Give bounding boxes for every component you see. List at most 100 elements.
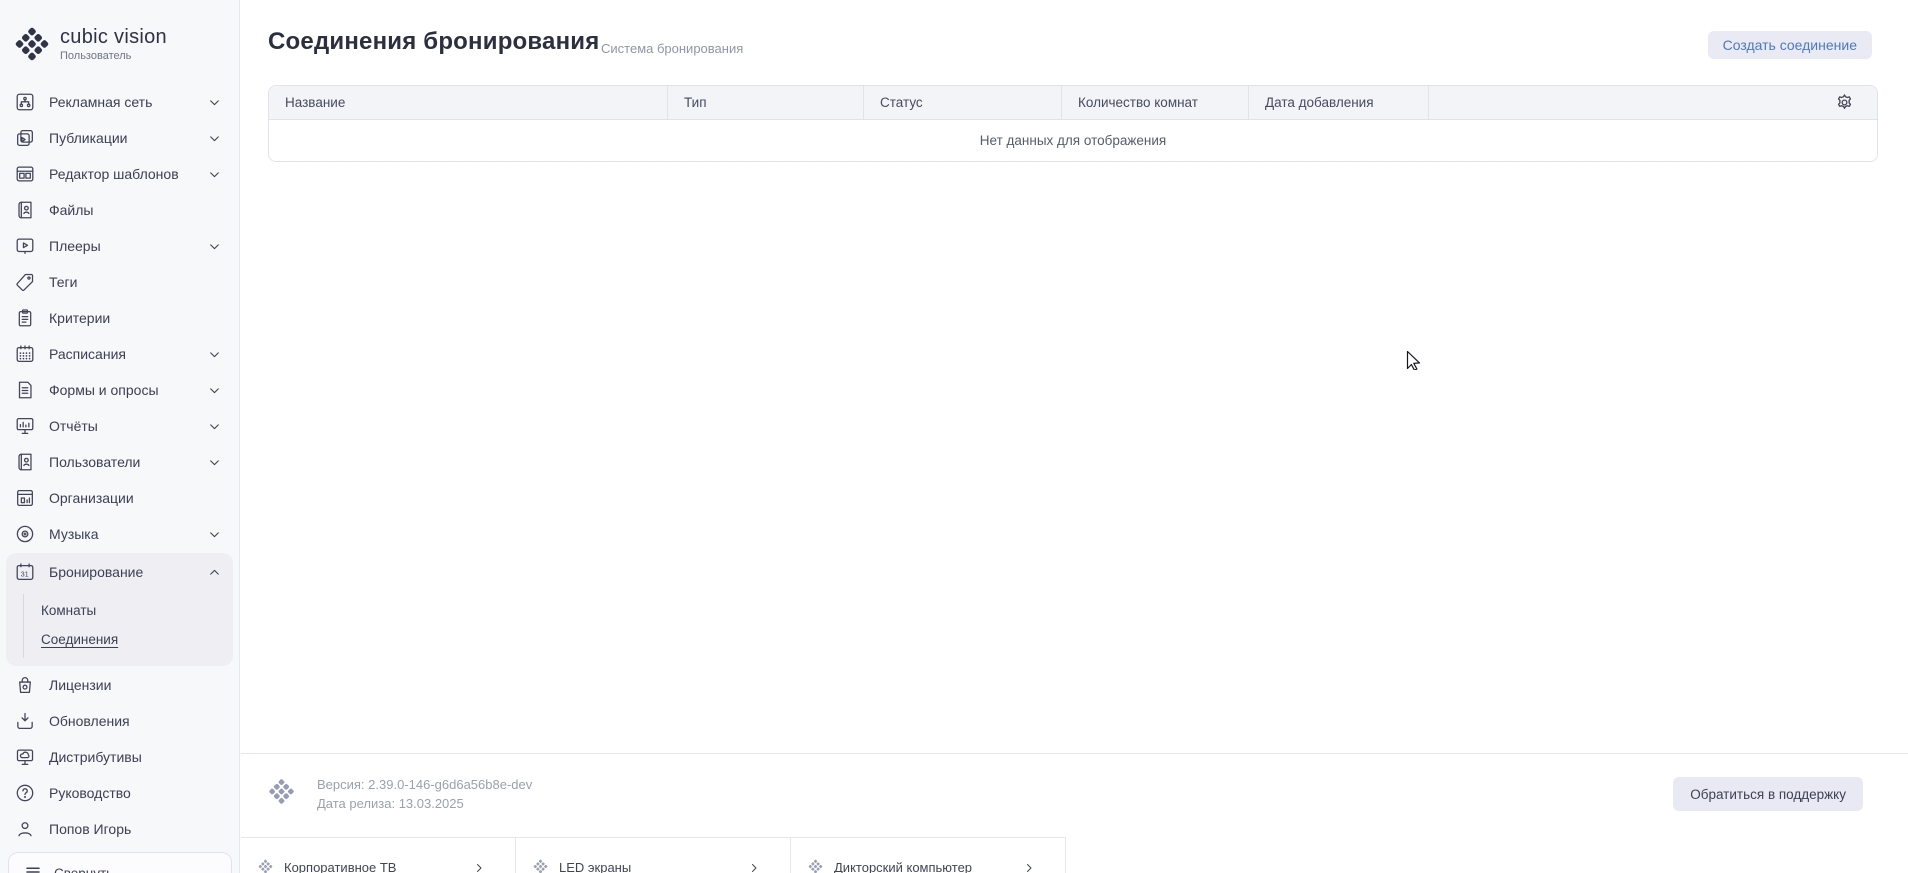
- collapse-label: Свернуть: [54, 866, 113, 873]
- sidebar-subitem-label: Комнаты: [41, 603, 96, 618]
- breadcrumb[interactable]: Система бронирования: [601, 41, 743, 56]
- network-icon: [13, 91, 36, 114]
- table-column-header: Название: [269, 86, 668, 119]
- sidebar-item-licenses[interactable]: Лицензии: [0, 667, 239, 703]
- create-connection-button[interactable]: Создать соединение: [1708, 31, 1872, 59]
- cubic-vision-logo-icon: [808, 859, 823, 873]
- sidebar-item-label: Руководство: [49, 785, 131, 801]
- sidebar-item-music[interactable]: Музыка: [0, 516, 239, 552]
- bottom-card-label: Корпоративное ТВ: [284, 860, 396, 873]
- chevron-right-icon: [1023, 862, 1035, 873]
- sidebar-subitem-label: Соединения: [41, 632, 118, 647]
- chevron-down-icon: [208, 420, 221, 433]
- sidebar-item-reports[interactable]: Отчёты: [0, 408, 239, 444]
- sidebar-item-criteria[interactable]: Критерии: [0, 300, 239, 336]
- sidebar: cubic vision Пользователь Рекламная сеть…: [0, 0, 240, 873]
- bottom-card-label: Дикторский компьютер: [834, 860, 972, 873]
- cubic-vision-logo-icon: [258, 859, 273, 873]
- organization-icon: [13, 487, 36, 510]
- cubic-vision-logo-icon: [14, 26, 50, 67]
- sidebar-item-label: Формы и опросы: [49, 382, 159, 398]
- chevron-up-icon: [208, 566, 221, 579]
- bottom-card-led-screens[interactable]: LED экраны: [516, 838, 791, 873]
- sidebar-subitem-connections[interactable]: Соединения: [24, 625, 233, 654]
- users-book-icon: [13, 451, 36, 474]
- table-column-header: Статус: [864, 86, 1062, 119]
- settings-gear-icon[interactable]: [1834, 92, 1855, 113]
- players-icon: [13, 235, 36, 258]
- svg-text:31: 31: [20, 569, 28, 578]
- sidebar-item-updates[interactable]: Обновления: [0, 703, 239, 739]
- sidebar-nav: Рекламная сеть Публикации Редактор шаблоно…: [0, 84, 239, 847]
- chevron-down-icon: [208, 456, 221, 469]
- bottom-card-corporate-tv[interactable]: Корпоративное ТВ: [241, 838, 516, 873]
- sidebar-item-label: Критерии: [49, 310, 110, 326]
- sidebar-item-label: Публикации: [49, 130, 127, 146]
- sidebar-collapse-button[interactable]: Свернуть: [8, 852, 232, 873]
- sidebar-item-ad-network[interactable]: Рекламная сеть: [0, 84, 239, 120]
- release-date-text: Дата релиза: 13.03.2025: [317, 796, 532, 811]
- brand-subtitle: Пользователь: [60, 50, 167, 62]
- table-empty-state: Нет данных для отображения: [269, 120, 1877, 161]
- brand: cubic vision Пользователь: [0, 0, 239, 77]
- sidebar-subitem-rooms[interactable]: Комнаты: [24, 596, 233, 625]
- cubic-vision-logo-icon: [533, 859, 548, 873]
- sidebar-item-distributions[interactable]: Дистрибутивы: [0, 739, 239, 775]
- sidebar-item-label: Плееры: [49, 238, 101, 254]
- sidebar-submenu-booking: Комнаты Соединения: [23, 594, 233, 658]
- sidebar-item-label: Теги: [49, 274, 77, 290]
- sidebar-item-label: Пользователи: [49, 454, 140, 470]
- sidebar-item-label: Файлы: [49, 202, 93, 218]
- chevron-down-icon: [208, 528, 221, 541]
- sidebar-item-label: Лицензии: [49, 677, 111, 693]
- question-icon: [13, 782, 36, 805]
- support-button[interactable]: Обратиться в поддержку: [1673, 777, 1863, 811]
- chevron-right-icon: [473, 862, 485, 873]
- calendar-31-icon: 31: [13, 561, 36, 584]
- download-icon: [13, 710, 36, 733]
- sidebar-item-players[interactable]: Плееры: [0, 228, 239, 264]
- publications-icon: [13, 127, 36, 150]
- sidebar-group-booking: 31 Бронирование Комнаты Соединения: [6, 553, 233, 666]
- table-header-row: НазваниеТипСтатусКоличество комнатДата д…: [269, 86, 1877, 120]
- sidebar-item-tags[interactable]: Теги: [0, 264, 239, 300]
- sidebar-item-label: Бронирование: [49, 564, 143, 580]
- page-title: Соединения бронирования: [268, 28, 599, 56]
- hamburger-icon: [24, 863, 42, 873]
- footer-logo-icon: [268, 778, 295, 810]
- sidebar-item-label: Музыка: [49, 526, 99, 542]
- sidebar-item-template-editor[interactable]: Редактор шаблонов: [0, 156, 239, 192]
- sidebar-item-guide[interactable]: Руководство: [0, 775, 239, 811]
- sidebar-item-users[interactable]: Пользователи: [0, 444, 239, 480]
- tag-icon: [13, 271, 36, 294]
- version-text: Версия: 2.39.0-146-g6d6a56b8e-dev: [317, 777, 532, 792]
- table-column-header: Дата добавления: [1249, 86, 1429, 119]
- sidebar-item-label: Попов Игорь: [49, 821, 131, 837]
- chevron-down-icon: [208, 384, 221, 397]
- person-icon: [13, 818, 36, 841]
- sidebar-item-booking[interactable]: 31 Бронирование: [6, 554, 233, 590]
- bottom-card-label: LED экраны: [559, 860, 631, 873]
- table-column-header: Количество комнат: [1062, 86, 1249, 119]
- sidebar-item-label: Рекламная сеть: [49, 94, 152, 110]
- sidebar-item-profile[interactable]: Попов Игорь: [0, 811, 239, 847]
- table-header-actions-cell: [1429, 86, 1877, 119]
- sidebar-item-schedules[interactable]: Расписания: [0, 336, 239, 372]
- footer: Версия: 2.39.0-146-g6d6a56b8e-dev Дата р…: [268, 771, 1863, 817]
- sidebar-item-files[interactable]: Файлы: [0, 192, 239, 228]
- chevron-down-icon: [208, 132, 221, 145]
- main-content: Соединения бронирования Система брониров…: [241, 0, 1908, 873]
- chevron-down-icon: [208, 240, 221, 253]
- connections-table: НазваниеТипСтатусКоличество комнатДата д…: [268, 85, 1878, 162]
- sidebar-item-label: Обновления: [49, 713, 130, 729]
- footer-divider: [241, 753, 1908, 754]
- sidebar-item-forms-surveys[interactable]: Формы и опросы: [0, 372, 239, 408]
- template-editor-icon: [13, 163, 36, 186]
- clipboard-icon: [13, 307, 36, 330]
- files-icon: [13, 199, 36, 222]
- calendar-icon: [13, 343, 36, 366]
- sidebar-item-publications[interactable]: Публикации: [0, 120, 239, 156]
- sidebar-item-organizations[interactable]: Организации: [0, 480, 239, 516]
- bottom-card-announcer-computer[interactable]: Дикторский компьютер: [791, 838, 1066, 873]
- bottom-cards-strip: Корпоративное ТВ LED экраны Дикторский ком…: [241, 837, 1066, 873]
